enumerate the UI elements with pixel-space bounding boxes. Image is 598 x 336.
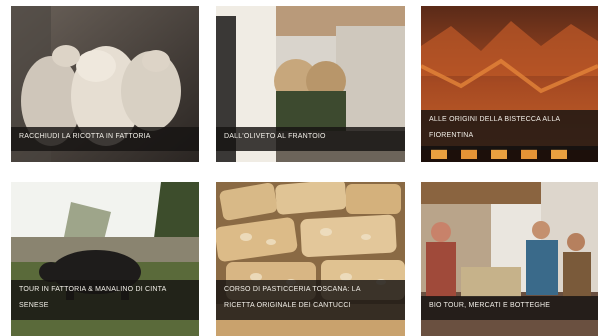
tour-caption: DALL'OLIVETO AL FRANTOIO [216,127,405,151]
tour-caption: CORSO DI PASTICCERIA TOSCANA: LA RICETTA… [216,280,405,320]
tour-caption: RACCHIUDI LA RICOTTA IN FATTORIA [11,127,199,151]
tour-title-line-1: ALLE ORIGINI DELLA BISTECCA ALLA [429,116,561,123]
tour-title-line-2: RICETTA ORIGINALE DEI CANTUCCI [224,302,351,309]
tour-card-bistecca[interactable]: ALLE ORIGINI DELLA BISTECCA ALLA FIORENT… [421,6,598,162]
tour-title-line-1: CORSO DI PASTICCERIA TOSCANA: LA [224,286,361,293]
tour-card-cinta-senese[interactable]: TOUR IN FATTORIA & MANALINO DI CINTA SEN… [11,182,199,336]
tour-title: RACCHIUDI LA RICOTTA IN FATTORIA [19,133,151,140]
tour-title-line-2: FIORENTINA [429,132,474,139]
tour-title-line-2: SENESE [19,302,49,309]
tour-title: BIO TOUR, MERCATI E BOTTEGHE [429,302,551,309]
tour-card-cantucci[interactable]: CORSO DI PASTICCERIA TOSCANA: LA RICETTA… [216,182,405,336]
tour-card-bio-tour[interactable]: BIO TOUR, MERCATI E BOTTEGHE [421,182,598,336]
tour-caption: ALLE ORIGINI DELLA BISTECCA ALLA FIORENT… [421,110,598,150]
tour-card-frantoio[interactable]: DALL'OLIVETO AL FRANTOIO [216,6,405,162]
tour-title: DALL'OLIVETO AL FRANTOIO [224,133,326,140]
tour-title-line-1: TOUR IN FATTORIA & MANALINO DI CINTA [19,286,167,293]
tour-caption: TOUR IN FATTORIA & MANALINO DI CINTA SEN… [11,280,199,320]
tour-caption: BIO TOUR, MERCATI E BOTTEGHE [421,296,598,320]
tour-card-ricotta[interactable]: RACCHIUDI LA RICOTTA IN FATTORIA [11,6,199,162]
